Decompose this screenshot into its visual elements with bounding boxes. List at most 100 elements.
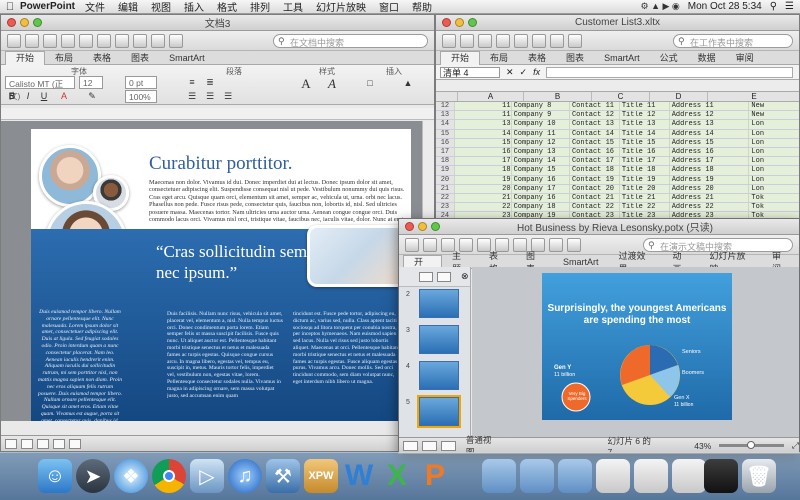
table-cell[interactable]: Company 16 <box>512 193 570 203</box>
sort-icon[interactable] <box>568 33 582 48</box>
tab-layout[interactable]: 布局 <box>45 51 83 64</box>
table-cell[interactable]: Address 16 <box>670 147 750 157</box>
spreadsheet-grid[interactable]: A B C D E 12 11 Company 8 Contact 11 Title 1… <box>436 92 799 222</box>
tab-formulas[interactable]: 公式 <box>650 51 688 64</box>
table-row[interactable]: 23 22 Company 18 Contact 22 Title 22 Address … <box>436 203 799 213</box>
style-normal-icon[interactable]: A <box>297 77 315 90</box>
table-cell[interactable]: Lon <box>749 148 799 156</box>
new-doc-icon[interactable] <box>7 33 21 48</box>
align-right-icon[interactable]: ☰ <box>221 90 235 103</box>
print-icon[interactable] <box>514 33 528 48</box>
font-size-select[interactable]: 12 <box>79 76 103 89</box>
slide-thumbnail[interactable] <box>419 361 459 390</box>
row-number[interactable]: 16 <box>436 138 455 147</box>
slide-thumbnail-selected[interactable] <box>417 395 461 428</box>
close-button[interactable] <box>405 222 414 231</box>
redo-icon[interactable] <box>115 33 129 48</box>
folder-icon[interactable] <box>520 459 554 493</box>
row-number[interactable]: 19 <box>436 166 455 175</box>
table-cell[interactable]: Address 14 <box>670 129 750 138</box>
table-cell[interactable]: Address 19 <box>670 175 750 184</box>
row-number[interactable]: 12 <box>436 102 455 111</box>
table-cell[interactable]: Tok <box>749 203 799 211</box>
zoom-button[interactable] <box>468 18 477 27</box>
menu-file[interactable]: 文件 <box>85 0 105 14</box>
table-cell[interactable]: 14 <box>455 129 512 138</box>
menu-edit[interactable]: 编辑 <box>118 0 138 14</box>
table-cell[interactable]: Address 15 <box>670 138 750 147</box>
slide-thumbnail[interactable] <box>419 289 459 318</box>
table-cell[interactable]: 20 <box>455 184 512 193</box>
table-cell[interactable]: Title 15 <box>620 138 670 147</box>
text-box-icon[interactable]: □ <box>363 77 377 90</box>
window-icon[interactable] <box>704 459 738 493</box>
align-left-icon[interactable]: ☰ <box>185 90 199 103</box>
ppt-search-input[interactable]: ⚲ 在演示文稿中搜索 <box>643 237 793 252</box>
table-cell[interactable]: Lon <box>749 166 799 174</box>
table-cell[interactable]: Contact 22 <box>570 203 620 212</box>
style-heading-icon[interactable]: A <box>323 77 341 90</box>
table-row[interactable]: 17 16 Company 13 Contact 16 Title 16 Address … <box>436 147 799 158</box>
table-cell[interactable]: Company 14 <box>512 157 570 166</box>
table-row[interactable]: 22 21 Company 16 Contact 21 Title 21 Address … <box>436 193 799 204</box>
tab-layout[interactable]: 布局 <box>480 51 518 64</box>
office-icon[interactable]: XPW <box>304 459 338 493</box>
table-row[interactable]: 12 11 Company 8 Contact 11 Title 11 Address 1… <box>436 102 799 112</box>
undo-icon[interactable] <box>532 33 546 48</box>
gallery-icon[interactable] <box>460 33 474 48</box>
table-cell[interactable]: Address 22 <box>670 203 750 212</box>
table-cell[interactable]: Tok <box>749 194 799 202</box>
gallery-icon[interactable] <box>25 33 39 48</box>
finder-icon[interactable]: ☺ <box>38 459 72 493</box>
table-cell[interactable]: Company 9 <box>512 111 570 120</box>
column-header-c[interactable]: C <box>592 92 650 101</box>
window-icon[interactable] <box>634 459 668 493</box>
zoom-icon[interactable] <box>169 33 183 48</box>
cancel-formula-icon[interactable]: ✕ <box>506 67 514 78</box>
tab-data[interactable]: 数据 <box>688 51 726 64</box>
table-cell[interactable]: 13 <box>455 120 512 129</box>
function-icon[interactable]: fx <box>533 67 540 77</box>
row-number[interactable]: 17 <box>436 147 455 157</box>
table-cell[interactable]: 19 <box>455 175 512 184</box>
draft-view-icon[interactable] <box>5 438 17 449</box>
apple-menu-icon[interactable]:  <box>0 1 20 13</box>
tab-home[interactable]: 开始 <box>5 50 46 65</box>
minimize-button[interactable] <box>20 18 29 27</box>
table-row[interactable]: 13 11 Company 9 Contact 12 Title 12 Address 1… <box>436 111 799 121</box>
horizontal-ruler[interactable] <box>1 108 434 120</box>
shape-icon[interactable]: ▲ <box>401 77 415 90</box>
table-cell[interactable]: Title 13 <box>620 120 670 129</box>
tab-tables[interactable]: 表格 <box>83 51 121 64</box>
row-number[interactable]: 22 <box>436 193 455 203</box>
powerpoint-icon[interactable]: P <box>418 459 452 493</box>
tab-tables[interactable]: 表格 <box>518 51 556 64</box>
formula-input[interactable] <box>546 66 793 78</box>
slideshow-view-icon[interactable] <box>440 440 456 451</box>
table-cell[interactable]: Title 14 <box>620 129 670 138</box>
outline-view-icon[interactable] <box>21 438 33 449</box>
table-cell[interactable]: 15 <box>455 138 512 147</box>
zoom-field[interactable]: 100% <box>125 90 157 103</box>
table-cell[interactable]: Contact 12 <box>570 111 620 120</box>
zoom-button[interactable] <box>431 222 440 231</box>
excel-icon[interactable]: X <box>380 459 414 493</box>
row-number[interactable]: 15 <box>436 129 455 138</box>
save-icon[interactable] <box>496 33 510 48</box>
bold-button[interactable]: B <box>5 90 19 103</box>
table-cell[interactable]: Title 12 <box>620 111 670 120</box>
sidebar-icon[interactable] <box>151 33 165 48</box>
format-painter-icon[interactable] <box>133 33 147 48</box>
safari-icon[interactable]: ❖ <box>114 459 148 493</box>
table-cell[interactable]: Address 18 <box>670 166 750 175</box>
table-cell[interactable]: 11 <box>455 111 512 120</box>
spotlight-icon[interactable]: ⚲ <box>770 1 777 12</box>
table-row[interactable]: 14 13 Company 10 Contact 13 Title 13 Address … <box>436 120 799 130</box>
table-cell[interactable]: Contact 19 <box>570 175 620 184</box>
table-cell[interactable]: Lon <box>749 176 799 184</box>
minimize-button[interactable] <box>418 222 427 231</box>
publishing-view-icon[interactable] <box>37 438 49 449</box>
window-icon[interactable] <box>596 459 630 493</box>
table-row[interactable]: 18 17 Company 14 Contact 17 Title 17 Address … <box>436 157 799 167</box>
folder-icon[interactable] <box>558 459 592 493</box>
